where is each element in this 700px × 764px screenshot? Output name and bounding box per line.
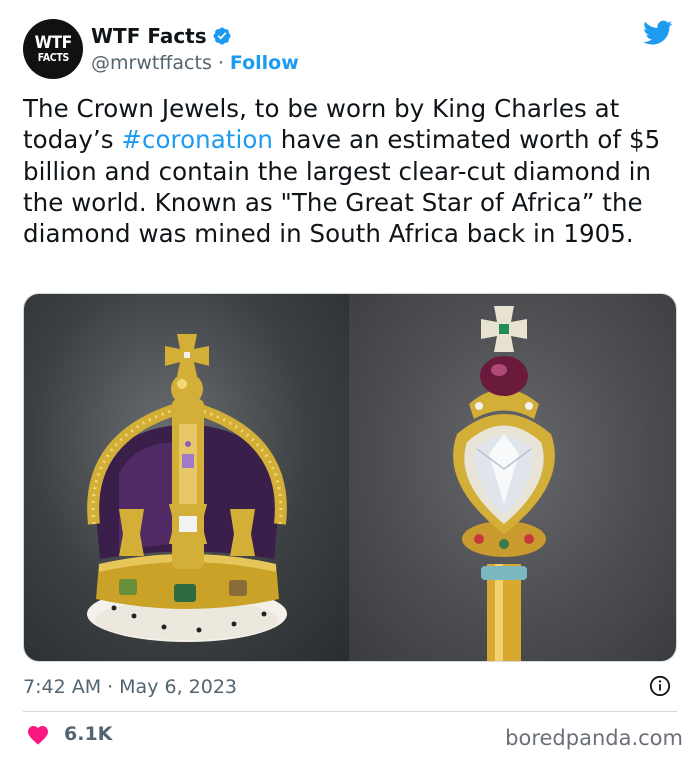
tweet-date[interactable]: May 6, 2023 — [119, 676, 237, 698]
tweet-meta: 7:42 AM · May 6, 2023 — [23, 672, 677, 702]
verified-badge-icon — [213, 27, 231, 45]
follow-button[interactable]: Follow — [230, 52, 299, 74]
crown-illustration — [87, 334, 287, 642]
heart-icon[interactable] — [26, 723, 50, 745]
display-name[interactable]: WTF Facts — [91, 24, 207, 48]
crown-photo[interactable] — [24, 294, 349, 661]
tweet-header: WTF FACTS WTF Facts @mrwtffacts · Follow — [23, 17, 683, 81]
hashtag-link[interactable]: #coronation — [121, 125, 273, 154]
tweet-time[interactable]: 7:42 AM — [23, 676, 101, 698]
handle-separator: · — [217, 52, 224, 74]
handle[interactable]: @mrwtffacts — [91, 52, 212, 74]
tweet-text: The Crown Jewels, to be worn by King Cha… — [23, 93, 683, 249]
avatar[interactable]: WTF FACTS — [23, 19, 83, 79]
info-icon[interactable] — [649, 675, 671, 697]
name-row: WTF Facts — [91, 24, 232, 48]
avatar-text-bottom: FACTS — [37, 50, 69, 64]
media-grid — [23, 293, 677, 662]
meta-separator: · — [107, 676, 114, 698]
sceptre-photo[interactable] — [349, 294, 676, 661]
sceptre-illustration — [453, 306, 555, 661]
watermark: boredpanda.com — [505, 726, 683, 750]
twitter-bird-icon[interactable] — [643, 20, 673, 46]
like-count: 6.1K — [64, 723, 113, 745]
divider — [23, 711, 677, 712]
handle-row: @mrwtffacts · Follow — [91, 52, 299, 74]
avatar-text-top: WTF — [34, 32, 72, 53]
like-action[interactable]: 6.1K — [26, 723, 112, 745]
